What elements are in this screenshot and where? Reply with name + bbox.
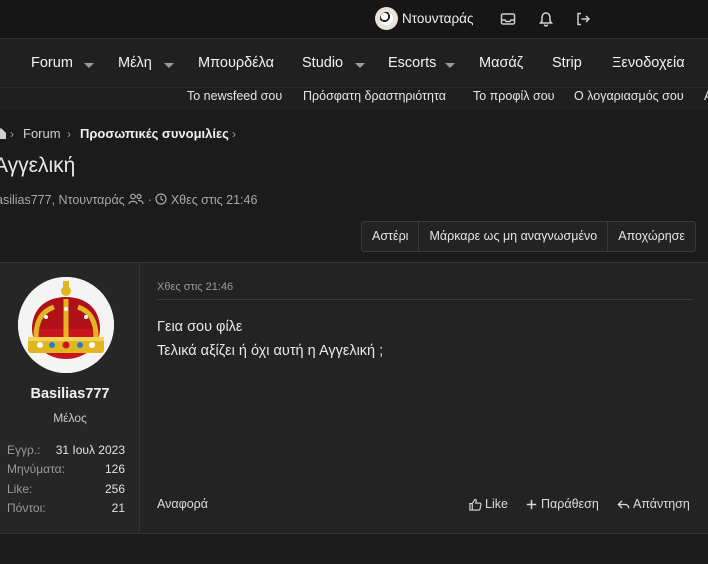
star-button[interactable]: Αστέρι: [362, 222, 420, 251]
subnav-account[interactable]: Ο λογαριασμός σου: [574, 89, 684, 103]
breadcrumb-forum[interactable]: Forum: [23, 126, 61, 141]
participants[interactable]: asilias777, Ντουνταράς: [0, 193, 125, 207]
sub-nav: Το newsfeed σου Πρόσφατη δραστηριότητα Τ…: [0, 88, 708, 110]
like-button[interactable]: Like: [469, 497, 508, 511]
plus-icon: [526, 499, 537, 509]
main-nav: Forum Μέλη Μπουρδέλα Studio Escorts Μασά…: [0, 38, 708, 88]
nav-escorts[interactable]: Escorts: [388, 55, 436, 71]
divider: [157, 299, 693, 300]
author-name[interactable]: Basilias777: [0, 386, 140, 402]
breadcrumb-conversations[interactable]: Προσωπικές συνομιλίες: [80, 126, 229, 141]
clock-icon: [155, 193, 167, 205]
mark-unread-button[interactable]: Μάρκαρε ως μη αναγνωσμένο: [419, 222, 609, 251]
logout-icon[interactable]: [575, 11, 591, 27]
user-avatar: [375, 7, 398, 30]
subnav-more[interactable]: A: [704, 89, 708, 103]
subnav-profile[interactable]: Το προφίλ σου: [473, 89, 554, 103]
user-menu[interactable]: Ντουνταράς: [375, 7, 473, 30]
reply-label: Απάντηση: [633, 497, 690, 511]
like-label: Like: [485, 497, 508, 511]
thread-timestamp: Χθες στις 21:46: [170, 193, 258, 207]
users-icon: [128, 193, 144, 205]
nav-members[interactable]: Μέλη: [118, 55, 152, 71]
chevron-down-icon[interactable]: [445, 63, 455, 68]
quote-button[interactable]: Παράθεση: [525, 497, 599, 511]
chevron-down-icon[interactable]: [355, 63, 365, 68]
home-icon[interactable]: [0, 127, 6, 139]
page-title: Αγγελική: [0, 154, 76, 177]
nav-studio[interactable]: Studio: [302, 55, 343, 71]
author-title: Μέλος: [53, 411, 87, 425]
chevron-down-icon[interactable]: [84, 63, 94, 68]
chevron-right-icon: ›: [10, 127, 14, 141]
thread-meta: asilias777, Ντουνταράς · Χθες στις 21:46: [0, 193, 257, 207]
author-avatar[interactable]: [18, 277, 114, 373]
thumbs-up-icon: [469, 498, 482, 511]
quote-label: Παράθεση: [541, 497, 599, 511]
leave-button[interactable]: Αποχώρησε: [608, 222, 695, 251]
chevron-down-icon[interactable]: [164, 63, 174, 68]
report-link[interactable]: Αναφορά: [157, 497, 208, 511]
chevron-right-icon: ›: [67, 127, 71, 141]
message: Basilias777 Μέλος Εγγρ.: 31 Ιουλ 2023 Μη…: [0, 262, 708, 534]
chevron-right-icon: ›: [232, 127, 236, 141]
nav-hotels[interactable]: Ξενοδοχεία: [612, 55, 685, 71]
reply-icon: [617, 499, 630, 509]
message-date[interactable]: Χθες στις 21:46: [157, 281, 233, 293]
reply-button[interactable]: Απάντηση: [617, 497, 690, 511]
inbox-icon[interactable]: [500, 11, 516, 27]
nav-strip[interactable]: Strip: [552, 55, 582, 71]
nav-brothels[interactable]: Μπουρδέλα: [198, 55, 274, 71]
crown-icon: [18, 277, 114, 373]
subnav-recent-activity[interactable]: Πρόσφατη δραστηριότητα: [303, 89, 446, 103]
nav-massage[interactable]: Μασάζ: [479, 55, 523, 71]
nav-forum[interactable]: Forum: [31, 55, 73, 71]
bell-icon[interactable]: [538, 11, 554, 27]
subnav-newsfeed[interactable]: Το newsfeed σου: [187, 89, 282, 103]
conversation-actions: Αστέρι Μάρκαρε ως μη αναγνωσμένο Αποχώρη…: [361, 221, 696, 252]
username-label: Ντουνταράς: [402, 11, 474, 26]
message-body-line: Γεια σου φίλε: [157, 319, 243, 335]
top-bar: Ντουνταράς: [0, 0, 708, 38]
message-body-line: Τελικά αξίζει ή όχι αυτή η Αγγελική ;: [157, 343, 384, 359]
message-user-column: Basilias777 Μέλος Εγγρ.: 31 Ιουλ 2023 Μη…: [0, 263, 140, 533]
